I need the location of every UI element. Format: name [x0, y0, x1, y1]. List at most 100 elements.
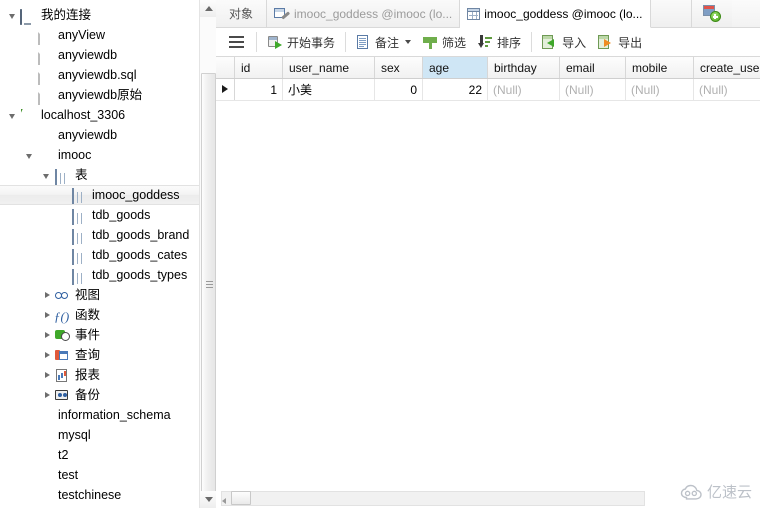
expander-none-icon[interactable]	[59, 210, 70, 221]
tab-table-data[interactable]: imooc_goddess @imooc (lo...	[460, 0, 651, 28]
column-header-user_name[interactable]: user_name	[283, 57, 375, 78]
hscroll-track[interactable]	[221, 491, 645, 506]
tree-item-tdb_goods_types[interactable]: tdb_goods_types	[0, 265, 199, 285]
expander-open-icon[interactable]	[25, 150, 36, 161]
tree-item-localhost_3306[interactable]: localhost_3306	[0, 105, 199, 125]
watermark-text: 亿速云	[706, 484, 752, 501]
expander-none-icon[interactable]	[25, 410, 36, 421]
expander-open-icon[interactable]	[8, 10, 19, 21]
cell-mobile[interactable]: (Null)	[626, 79, 694, 100]
import-button[interactable]: 导入	[536, 30, 592, 54]
tree-item-anyviewdbsql[interactable]: anyviewdb.sql	[0, 65, 199, 85]
column-header-sex[interactable]: sex	[375, 57, 423, 78]
expander-closed-icon[interactable]	[42, 330, 53, 341]
table-icon	[71, 247, 87, 265]
tree-item-[interactable]: 查询	[0, 345, 199, 365]
scroll-up-button[interactable]	[200, 0, 217, 17]
tree-item-label: 报表	[75, 368, 101, 382]
tree-item-label: anyviewdb	[58, 48, 118, 62]
cell-user_name[interactable]: 小美	[283, 79, 375, 100]
tree-item-tdb_goods_brand[interactable]: tdb_goods_brand	[0, 225, 199, 245]
column-header-create_user[interactable]: create_user	[694, 57, 760, 78]
cell-id[interactable]: 1	[235, 79, 283, 100]
expander-closed-icon[interactable]	[42, 310, 53, 321]
object-tree-sidebar: 我的连接 anyView anyviewdb anyviewdb.sql anyview…	[0, 0, 199, 508]
tree-item-label: tdb_goods_types	[92, 268, 188, 282]
tree-item-[interactable]: 备份	[0, 385, 199, 405]
expander-closed-icon[interactable]	[42, 290, 53, 301]
hscroll-left-icon[interactable]	[222, 498, 226, 504]
scroll-down-button[interactable]	[200, 491, 217, 508]
tree-item-mysql[interactable]: mysql	[0, 425, 199, 445]
cell-sex[interactable]: 0	[375, 79, 423, 100]
row-indicator-arrow-icon[interactable]	[216, 79, 235, 100]
expander-none-icon[interactable]	[59, 250, 70, 261]
cell-age[interactable]: 22	[423, 79, 488, 100]
tree-item-test[interactable]: test	[0, 465, 199, 485]
grid-toolbar: 开始事务 备注 筛选 排序 导入 导出	[216, 28, 760, 57]
expander-none-icon[interactable]	[25, 470, 36, 481]
expander-closed-icon[interactable]	[42, 350, 53, 361]
expander-none-icon[interactable]	[25, 130, 36, 141]
new-tab-button[interactable]	[691, 0, 732, 27]
toolbar-menu-button[interactable]	[222, 30, 252, 54]
button-label: 导入	[562, 35, 587, 50]
tab-table-design[interactable]: imooc_goddess @imooc (lo...	[267, 0, 461, 27]
tree-item-anyviewdb[interactable]: anyviewdb	[0, 125, 199, 145]
grid-horizontal-scrollbar[interactable]	[216, 491, 760, 508]
tree-item-imooc_goddess[interactable]: imooc_goddess	[0, 185, 199, 205]
tree-item-information_schema[interactable]: information_schema	[0, 405, 199, 425]
note-button[interactable]: 备注	[350, 30, 417, 54]
hamburger-icon	[228, 35, 246, 49]
expander-none-icon[interactable]	[59, 190, 70, 201]
tree-item-imooc[interactable]: imooc	[0, 145, 199, 165]
expander-none-icon[interactable]	[25, 490, 36, 501]
cell-create_user[interactable]: (Null)	[694, 79, 760, 100]
tree-item-[interactable]: 我的连接	[0, 5, 199, 25]
table-row[interactable]: 1 小美 0 22 (Null) (Null) (Null) (Null)	[216, 79, 760, 101]
tree-item-[interactable]: ƒ() 函数	[0, 305, 199, 325]
column-header-mobile[interactable]: mobile	[626, 57, 694, 78]
hscroll-thumb[interactable]	[231, 491, 251, 505]
expander-none-icon[interactable]	[25, 430, 36, 441]
tree-item-label: localhost_3306	[41, 108, 126, 122]
tree-item-anyviewdb[interactable]: anyviewdb原始	[0, 85, 199, 105]
column-header-age[interactable]: age	[423, 57, 488, 78]
tree-item-t2[interactable]: t2	[0, 445, 199, 465]
begin-transaction-button[interactable]: 开始事务	[261, 30, 341, 54]
sidebar-vertical-scrollbar[interactable]	[199, 0, 217, 508]
grid-corner-cell[interactable]	[216, 57, 235, 78]
cell-email[interactable]: (Null)	[560, 79, 626, 100]
tree-item-label: tdb_goods	[92, 208, 151, 222]
tree-item-testchinese[interactable]: testchinese	[0, 485, 199, 505]
chevron-down-icon[interactable]	[405, 40, 412, 44]
tree-item-tdb_goods_cates[interactable]: tdb_goods_cates	[0, 245, 199, 265]
expander-closed-icon[interactable]	[42, 390, 53, 401]
expander-closed-icon[interactable]	[42, 370, 53, 381]
tree-item-anyView[interactable]: anyView	[0, 25, 199, 45]
cell-birthday[interactable]: (Null)	[488, 79, 560, 100]
tree-item-[interactable]: 报表	[0, 365, 199, 385]
filter-button[interactable]: 筛选	[417, 30, 472, 54]
grid-body: 1 小美 0 22 (Null) (Null) (Null) (Null)	[216, 79, 760, 101]
tree-item-[interactable]: 表	[0, 165, 199, 185]
column-header-birthday[interactable]: birthday	[488, 57, 560, 78]
expander-none-icon[interactable]	[25, 450, 36, 461]
expander-none-icon[interactable]	[59, 230, 70, 241]
export-button[interactable]: 导出	[592, 30, 648, 54]
expander-open-icon[interactable]	[42, 170, 53, 181]
column-header-email[interactable]: email	[560, 57, 626, 78]
column-header-id[interactable]: id	[235, 57, 283, 78]
object-pane-tab[interactable]: 对象	[216, 0, 268, 27]
tree-item-label: imooc_goddess	[92, 188, 180, 202]
scrollbar-thumb[interactable]	[201, 73, 216, 497]
tree-item-anyviewdb[interactable]: anyviewdb	[0, 45, 199, 65]
sort-button[interactable]: 排序	[472, 30, 527, 54]
tree-item-tdb_goods[interactable]: tdb_goods	[0, 205, 199, 225]
app-window: 我的连接 anyView anyviewdb anyviewdb.sql anyview…	[0, 0, 760, 508]
tree-item-[interactable]: 视图	[0, 285, 199, 305]
tree-item-[interactable]: 事件	[0, 325, 199, 345]
expander-none-icon[interactable]	[59, 270, 70, 281]
button-label: 导出	[618, 35, 643, 50]
scrollbar-track[interactable]	[200, 17, 217, 497]
